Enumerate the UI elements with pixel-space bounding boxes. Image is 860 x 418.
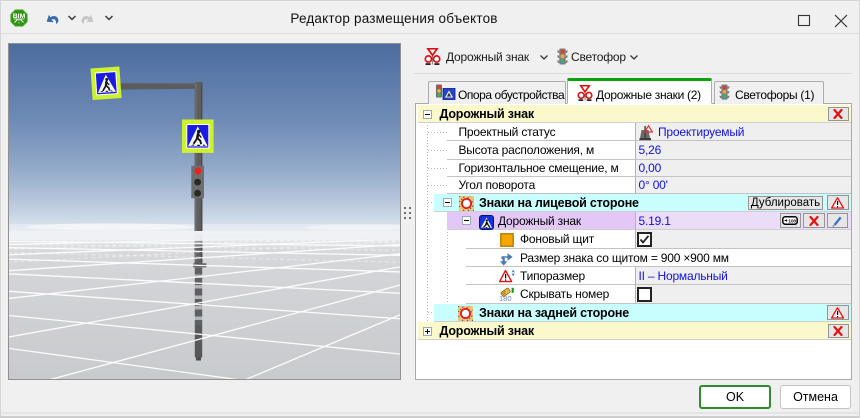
svg-text:100: 100	[789, 219, 797, 224]
